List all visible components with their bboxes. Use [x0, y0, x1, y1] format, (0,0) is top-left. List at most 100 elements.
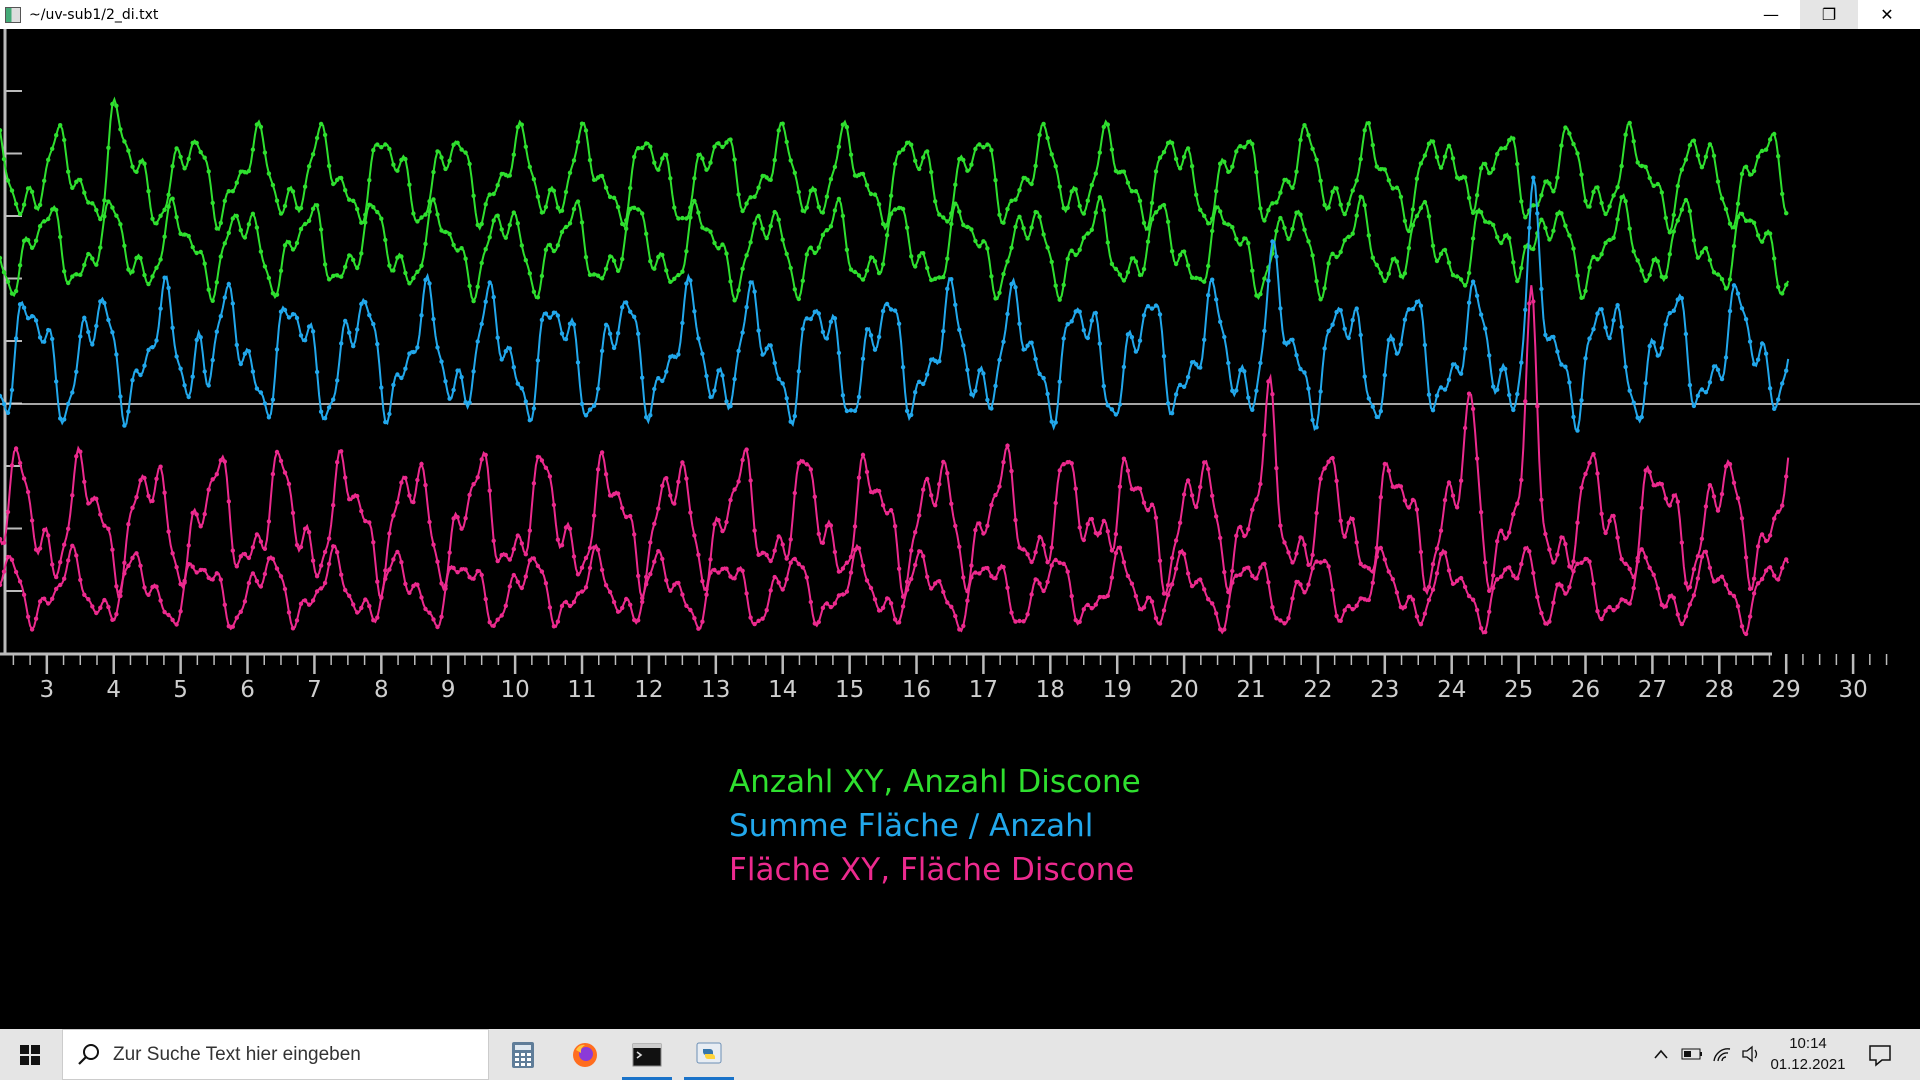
- taskbar-app-terminal[interactable]: [618, 1029, 676, 1080]
- data-point: [46, 157, 51, 162]
- data-point: [503, 349, 508, 354]
- data-point: [768, 177, 773, 182]
- data-point: [965, 598, 970, 603]
- data-point: [351, 257, 356, 263]
- data-point: [306, 164, 312, 169]
- data-point: [1763, 568, 1769, 573]
- data-point: [503, 172, 508, 178]
- data-point: [1699, 250, 1705, 255]
- series-markers-2: [0, 175, 1789, 433]
- data-point: [1595, 257, 1600, 262]
- data-point: [37, 599, 43, 604]
- data-point: [1270, 392, 1275, 397]
- data-point: [896, 321, 902, 326]
- data-point: [876, 608, 882, 613]
- data-point: [1507, 392, 1512, 398]
- data-point: [1607, 204, 1612, 209]
- start-button[interactable]: [0, 1029, 60, 1080]
- data-point: [447, 550, 452, 555]
- data-point: [1290, 596, 1295, 601]
- data-point: [880, 605, 886, 610]
- data-point: [1743, 317, 1749, 322]
- data-point: [90, 256, 95, 261]
- data-point: [94, 323, 99, 329]
- data-point: [1362, 564, 1367, 569]
- data-point: [170, 164, 175, 169]
- data-point: [1181, 249, 1187, 254]
- data-point: [78, 577, 83, 583]
- data-point: [126, 563, 131, 568]
- data-point: [812, 309, 817, 314]
- data-point: [86, 329, 91, 335]
- data-point: [1033, 550, 1038, 555]
- data-point: [933, 276, 938, 281]
- taskbar-app-python[interactable]: [680, 1029, 738, 1080]
- data-point: [1579, 295, 1584, 300]
- data-point: [94, 262, 99, 267]
- data-point: [1045, 579, 1050, 585]
- data-point: [1406, 594, 1412, 600]
- data-point: [314, 589, 320, 594]
- data-point: [166, 192, 171, 197]
- data-point: [1194, 192, 1199, 197]
- data-point: [888, 601, 894, 606]
- data-point: [1426, 392, 1432, 397]
- data-point: [1194, 362, 1199, 367]
- data-point: [206, 169, 211, 174]
- data-point: [764, 235, 769, 241]
- notification-icon[interactable]: [1866, 1041, 1894, 1069]
- data-point: [1767, 533, 1773, 538]
- data-point: [483, 596, 488, 602]
- data-point: [254, 578, 260, 584]
- taskbar-app-calculator[interactable]: [494, 1029, 552, 1080]
- data-point: [1093, 602, 1099, 607]
- data-point: [1177, 520, 1183, 525]
- data-point: [186, 156, 191, 162]
- series-line-2: [0, 177, 1790, 433]
- data-point: [1454, 505, 1460, 510]
- data-point: [154, 476, 159, 481]
- data-point: [351, 198, 356, 203]
- data-point: [632, 314, 637, 319]
- data-point: [1679, 621, 1685, 627]
- data-point: [636, 146, 641, 151]
- data-point: [1450, 581, 1456, 586]
- close-button[interactable]: ✕: [1858, 0, 1916, 29]
- data-point: [1458, 175, 1464, 181]
- data-point: [804, 316, 809, 321]
- data-point: [1382, 461, 1388, 467]
- data-point: [198, 149, 203, 155]
- search-box[interactable]: Zur Suche Text hier eingeben: [62, 1029, 489, 1080]
- data-point: [1202, 279, 1207, 284]
- data-point: [234, 342, 239, 348]
- data-point: [945, 256, 950, 261]
- data-point: [1294, 353, 1299, 358]
- data-point: [724, 251, 729, 256]
- legend-entry-anzahl: Anzahl XY, Anzahl Discone: [729, 764, 1141, 800]
- data-point: [1772, 406, 1777, 411]
- data-point: [523, 399, 528, 404]
- taskbar-app-firefox[interactable]: [556, 1029, 614, 1080]
- data-point: [431, 617, 436, 622]
- data-point: [146, 592, 151, 597]
- data-point: [1005, 259, 1010, 264]
- data-point: [716, 518, 721, 523]
- data-point: [744, 201, 749, 206]
- data-point: [1643, 468, 1648, 473]
- data-point: [776, 217, 781, 222]
- data-point: [945, 286, 950, 291]
- data-point: [1073, 309, 1078, 314]
- data-point: [1446, 260, 1452, 265]
- data-point: [1382, 557, 1388, 562]
- chevron-up-icon[interactable]: [1649, 1042, 1673, 1066]
- data-point: [483, 452, 488, 458]
- data-point: [732, 157, 737, 162]
- wifi-icon[interactable]: [1710, 1042, 1734, 1066]
- minimize-button[interactable]: —: [1742, 0, 1800, 29]
- data-point: [1739, 306, 1745, 311]
- battery-icon[interactable]: [1680, 1042, 1704, 1066]
- data-point: [985, 142, 990, 147]
- clock[interactable]: 10:14 01.12.2021: [1752, 1033, 1864, 1075]
- data-point: [1161, 202, 1167, 208]
- restore-button[interactable]: ❐: [1800, 0, 1858, 29]
